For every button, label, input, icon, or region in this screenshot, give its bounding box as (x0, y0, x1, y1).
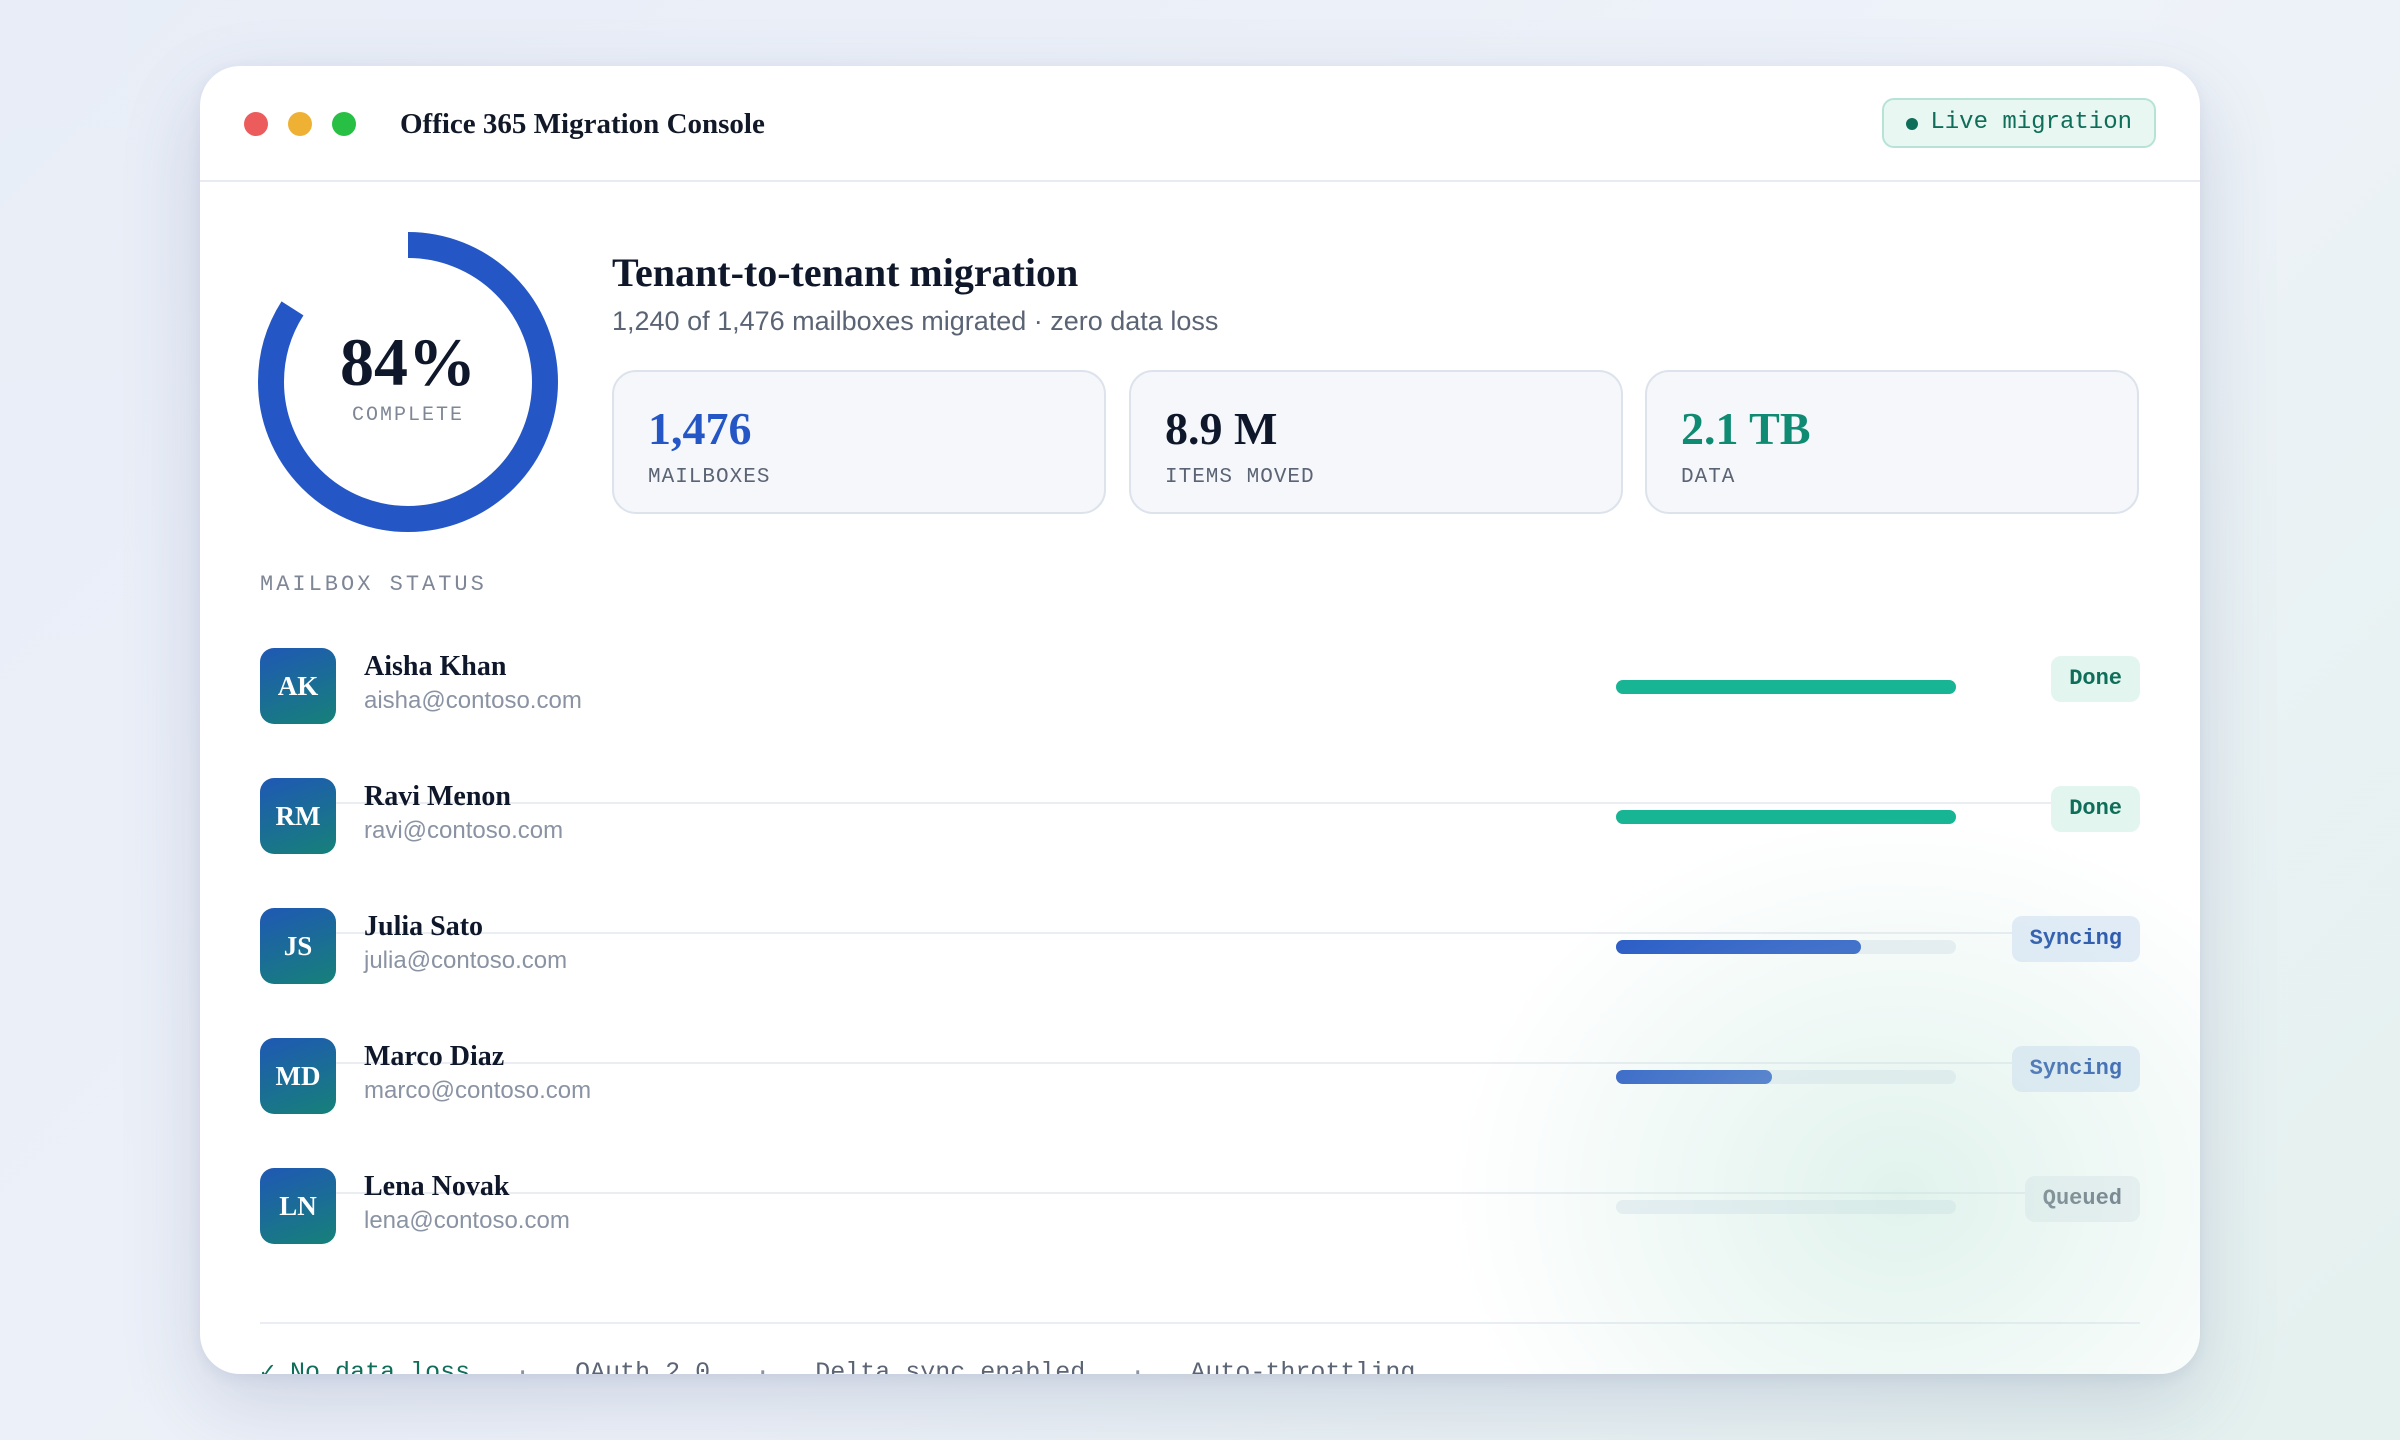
live-migration-label: Live migration (1930, 109, 2132, 136)
live-migration-badge: Live migration (1882, 98, 2156, 148)
title-bar: Office 365 Migration Console Live migrat… (200, 66, 2200, 182)
mailbox-progress-track (1616, 680, 1956, 694)
mailbox-row[interactable]: RM Ravi Menon ravi@contoso.com Done (260, 778, 2140, 934)
status-badge: Queued (2024, 1176, 2140, 1222)
close-window-button[interactable] (244, 112, 268, 136)
mailbox-name: Julia Sato (364, 911, 484, 942)
mailbox-email: lena@contoso.com (364, 1207, 570, 1234)
status-badge: Done (2051, 656, 2140, 702)
mailbox-progress-fill (1616, 1070, 1773, 1084)
avatar: RM (260, 778, 336, 854)
avatar: JS (260, 908, 336, 984)
avatar: LN (260, 1168, 336, 1244)
app-title: Office 365 Migration Console (400, 108, 765, 140)
status-badge: Done (2051, 786, 2140, 832)
live-status-dot-icon (1906, 118, 1919, 130)
footer-item-auto-throttling: Auto-throttling (1190, 1358, 1416, 1374)
maximize-window-button[interactable] (332, 112, 356, 136)
footer-item-oauth: OAuth 2.0 (575, 1358, 711, 1374)
mailbox-name: Ravi Menon (364, 781, 511, 812)
row-divider (260, 1322, 2140, 1324)
migration-subtitle: 1,240 of 1,476 mailboxes migrated · zero… (612, 306, 1219, 336)
mailbox-progress-fill (1616, 940, 1861, 954)
stat-card-mailboxes: 1,476 MAILBOXES (612, 370, 1106, 514)
stat-card-items-moved: 8.9 M ITEMS MOVED (1129, 370, 1623, 514)
progress-percent: 84% (340, 324, 476, 400)
mailbox-progress-track (1616, 1200, 1956, 1214)
mailbox-progress-fill (1616, 810, 1956, 824)
mailbox-row[interactable]: MD Marco Diaz marco@contoso.com Syncing (260, 1038, 2140, 1194)
footer-separator: · (1130, 1358, 1146, 1374)
mailbox-progress-track (1616, 810, 1956, 824)
stat-card-data: 2.1 TB DATA (1645, 370, 2139, 514)
stat-value: 1,476 (648, 403, 752, 454)
progress-label: COMPLETE (351, 404, 464, 427)
mailbox-email: aisha@contoso.com (364, 687, 582, 714)
mailbox-progress-fill (1616, 680, 1956, 694)
stat-label: DATA (1681, 466, 1736, 489)
status-badge: Syncing (2011, 916, 2140, 962)
footer-separator: · (755, 1358, 771, 1374)
migration-title: Tenant-to-tenant migration (612, 250, 1079, 295)
mailbox-row[interactable]: JS Julia Sato julia@contoso.com Syncing (260, 908, 2140, 1064)
progress-ring: 84% COMPLETE (258, 232, 558, 532)
feature-footer: ✓ No data loss · OAuth 2.0 · Delta sync … (260, 1358, 1415, 1374)
mailbox-name: Lena Novak (364, 1171, 510, 1202)
footer-item-delta-sync: Delta sync enabled (815, 1358, 1086, 1374)
mailbox-email: julia@contoso.com (364, 947, 568, 974)
stat-label: ITEMS MOVED (1165, 466, 1315, 489)
stat-value: 8.9 M (1165, 403, 1278, 454)
stat-value: 2.1 TB (1681, 403, 1811, 454)
mailbox-email: ravi@contoso.com (364, 817, 564, 844)
status-badge: Syncing (2011, 1046, 2140, 1092)
mailbox-progress-track (1616, 940, 1956, 954)
mailbox-email: marco@contoso.com (364, 1077, 592, 1104)
mailbox-progress-track (1616, 1070, 1956, 1084)
avatar: MD (260, 1038, 336, 1114)
mailbox-row[interactable]: LN Lena Novak lena@contoso.com Queued (260, 1168, 2140, 1324)
mailbox-name: Marco Diaz (364, 1041, 505, 1072)
minimize-window-button[interactable] (288, 112, 312, 136)
footer-separator: · (515, 1358, 531, 1374)
mailbox-status-heading: MAILBOX STATUS (260, 572, 487, 597)
footer-item-no-data-loss: ✓ No data loss (260, 1358, 471, 1374)
stat-label: MAILBOXES (648, 466, 771, 489)
mailbox-name: Aisha Khan (364, 651, 507, 682)
migration-console-window: Office 365 Migration Console Live migrat… (200, 66, 2200, 1374)
mailbox-row[interactable]: AK Aisha Khan aisha@contoso.com Done (260, 648, 2140, 804)
avatar: AK (260, 648, 336, 724)
